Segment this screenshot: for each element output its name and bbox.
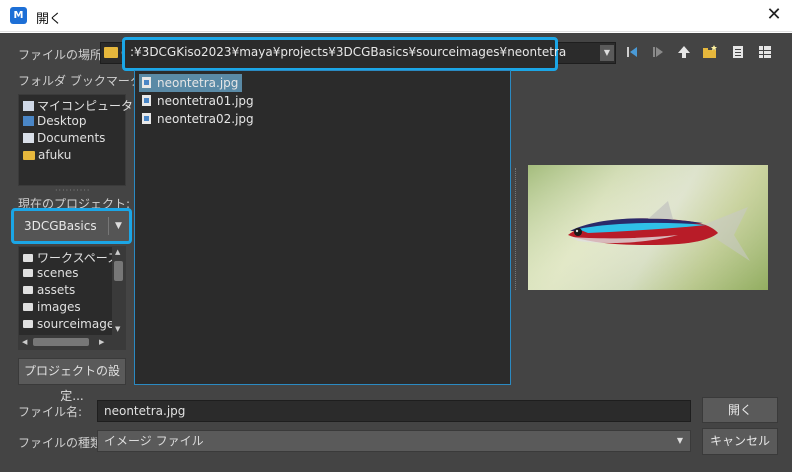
image-file-icon: [142, 113, 151, 124]
tree-item[interactable]: sourceimages: [23, 317, 120, 331]
splitter-handle[interactable]: ··········: [55, 186, 90, 195]
chevron-down-icon[interactable]: ▼: [672, 433, 688, 449]
scroll-right-icon[interactable]: ▶: [99, 338, 104, 346]
filetype-select[interactable]: イメージ ファイル ▼: [97, 430, 691, 452]
preview-splitter[interactable]: [515, 168, 517, 290]
image-file-icon: [142, 95, 151, 106]
tree-item-label: scenes: [37, 266, 79, 280]
neon-tetra-fish-image: [528, 165, 768, 290]
file-item[interactable]: neontetra02.jpg: [139, 110, 258, 128]
scroll-thumb[interactable]: [33, 338, 89, 346]
up-folder-icon[interactable]: [676, 45, 692, 61]
location-label: ファイルの場所:: [18, 48, 107, 62]
file-name: neontetra02.jpg: [157, 112, 254, 126]
folder-icon: [104, 47, 118, 58]
file-list[interactable]: neontetra.jpg neontetra01.jpg neontetra0…: [134, 70, 511, 385]
folder-icon: [23, 269, 33, 277]
scroll-down-icon[interactable]: ▼: [115, 325, 120, 333]
filename-label: ファイル名:: [18, 405, 83, 419]
scroll-left-icon[interactable]: ◀: [22, 338, 27, 346]
file-name: neontetra01.jpg: [157, 94, 254, 108]
forward-icon[interactable]: [650, 45, 666, 61]
back-icon[interactable]: [624, 45, 640, 61]
tree-item[interactable]: images: [23, 300, 81, 314]
tree-item-label: assets: [37, 283, 76, 297]
tree-item[interactable]: scenes: [23, 266, 78, 280]
bookmarks-panel: マイコンピュータ Desktop Documents afuku: [18, 94, 133, 186]
bookmark-item-desktop[interactable]: Desktop: [23, 114, 87, 128]
tree-item-label: sourceimages: [37, 317, 121, 331]
computer-icon: [23, 101, 34, 111]
list-view-icon[interactable]: [730, 45, 746, 61]
project-select[interactable]: 3DCGBasics ▼: [11, 208, 132, 244]
project-settings-button[interactable]: プロジェクトの設定...: [18, 358, 126, 403]
documents-icon: [23, 133, 34, 143]
scroll-up-icon[interactable]: ▲: [115, 248, 120, 256]
bookmark-label: マイコンピュータ: [37, 99, 134, 113]
tree-item-label: images: [37, 300, 81, 314]
bookmark-item-afuku[interactable]: afuku: [23, 148, 71, 162]
file-item-selected[interactable]: neontetra.jpg: [139, 74, 243, 92]
file-item[interactable]: neontetra01.jpg: [139, 92, 258, 110]
project-value: 3DCGBasics: [24, 219, 97, 233]
open-button[interactable]: 開く: [702, 397, 778, 423]
folder-icon: [23, 254, 33, 262]
folder-icon: [23, 151, 35, 160]
folder-icon: [23, 320, 33, 328]
filename-input[interactable]: neontetra.jpg: [97, 400, 691, 422]
title-bar: M 開く ✕: [0, 0, 792, 32]
scroll-thumb[interactable]: [114, 261, 123, 281]
location-path: :¥3DCGKiso2023¥maya¥projects¥3DCGBasics¥…: [130, 45, 567, 59]
folder-icon: [23, 286, 33, 294]
filetype-label: ファイルの種類:: [18, 436, 107, 450]
image-preview: [528, 165, 768, 290]
new-folder-icon[interactable]: [702, 45, 718, 61]
window-title: 開く: [36, 12, 63, 27]
project-tree: ワークスペースの scenes assets images sourceimag…: [18, 246, 126, 350]
chevron-down-icon[interactable]: ▼: [108, 217, 128, 235]
bookmark-label: Desktop: [37, 114, 87, 128]
bookmark-label: Documents: [37, 131, 106, 145]
bookmark-item-computer[interactable]: マイコンピュータ: [23, 97, 133, 114]
folder-icon: [23, 303, 33, 311]
file-name: neontetra.jpg: [157, 76, 239, 90]
location-dropdown-arrow-icon[interactable]: ▼: [600, 45, 614, 61]
bookmark-item-documents[interactable]: Documents: [23, 131, 105, 145]
image-file-icon: [142, 77, 151, 88]
path-highlight-box[interactable]: :¥3DCGKiso2023¥maya¥projects¥3DCGBasics¥…: [122, 37, 566, 71]
desktop-icon: [23, 116, 34, 126]
bookmark-label: afuku: [38, 148, 72, 162]
tree-item[interactable]: assets: [23, 283, 75, 297]
filetype-value: イメージ ファイル: [104, 434, 204, 448]
cancel-button[interactable]: キャンセル: [702, 428, 778, 455]
detail-view-icon[interactable]: [757, 45, 773, 61]
vertical-scrollbar[interactable]: ▲ ▼: [112, 247, 125, 335]
horizontal-scrollbar[interactable]: ◀ ▶: [19, 335, 125, 349]
bookmarks-label: フォルダ ブックマーク:: [18, 74, 146, 88]
maya-app-icon: M: [10, 7, 27, 24]
close-icon[interactable]: ✕: [761, 2, 787, 28]
tree-item[interactable]: ワークスペースの: [23, 249, 125, 266]
